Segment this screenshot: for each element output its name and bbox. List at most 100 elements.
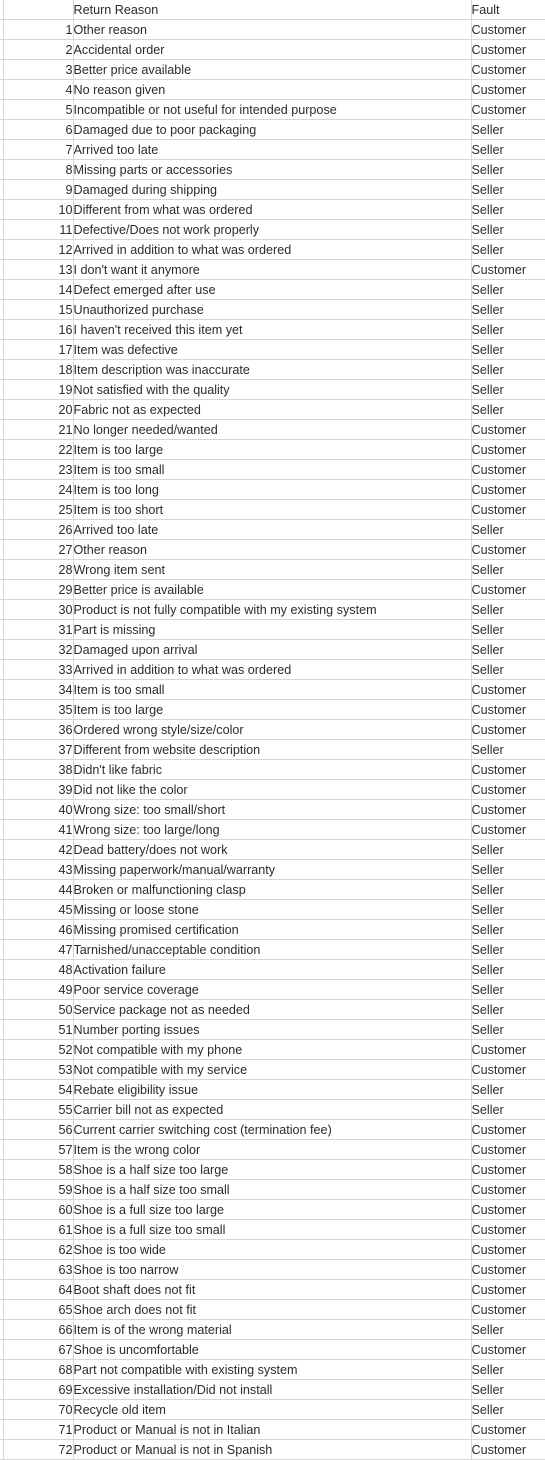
row-fault-cell[interactable]: Seller xyxy=(471,839,545,860)
table-row[interactable]: 42 Dead battery/does not work Seller xyxy=(0,839,545,860)
table-row[interactable]: 43 Missing paperwork/manual/warranty Selle… xyxy=(0,859,545,880)
row-fault-cell[interactable]: Seller xyxy=(471,899,545,920)
table-row[interactable]: 45 Missing or loose stone Seller xyxy=(0,899,545,920)
row-fault-cell[interactable]: Seller xyxy=(471,1099,545,1120)
table-row[interactable]: 60 Shoe is a full size too large Customer xyxy=(0,1199,545,1220)
row-return-reason-cell[interactable]: Missing promised certification xyxy=(73,919,472,940)
row-fault-cell[interactable]: Customer xyxy=(471,1039,545,1060)
table-row[interactable]: 11 Defective/Does not work properly Seller xyxy=(0,219,545,240)
table-row[interactable]: 47 Tarnished/unacceptable condition Seller xyxy=(0,939,545,960)
row-return-reason-cell[interactable]: Better price available xyxy=(73,59,472,80)
table-row[interactable]: 3 Better price available Customer xyxy=(0,59,545,80)
row-return-reason-cell[interactable]: Incompatible or not useful for intended … xyxy=(73,99,472,120)
table-row[interactable]: 21 No longer needed/wanted Customer xyxy=(0,419,545,440)
row-return-reason-cell[interactable]: Product is not fully compatible with my … xyxy=(73,599,472,620)
row-return-reason-cell[interactable]: No reason given xyxy=(73,79,472,100)
table-row[interactable]: 65 Shoe arch does not fit Customer xyxy=(0,1299,545,1320)
row-return-reason-cell[interactable]: Shoe is too narrow xyxy=(73,1259,472,1280)
row-fault-cell[interactable]: Seller xyxy=(471,1319,545,1340)
table-row[interactable]: 41 Wrong size: too large/long Customer xyxy=(0,819,545,840)
row-return-reason-cell[interactable]: Current carrier switching cost (terminat… xyxy=(73,1119,472,1140)
table-row[interactable]: 6 Damaged due to poor packaging Seller xyxy=(0,119,545,140)
row-fault-cell[interactable]: Customer xyxy=(471,1219,545,1240)
row-fault-cell[interactable]: Seller xyxy=(471,239,545,260)
row-return-reason-cell[interactable]: Part not compatible with existing system xyxy=(73,1359,472,1380)
row-fault-cell[interactable]: Customer xyxy=(471,1119,545,1140)
table-row[interactable]: 59 Shoe is a half size too small Customer xyxy=(0,1179,545,1200)
row-fault-cell[interactable]: Seller xyxy=(471,639,545,660)
table-row[interactable]: 16 I haven't received this item yet Seller xyxy=(0,319,545,340)
row-return-reason-cell[interactable]: Shoe is uncomfortable xyxy=(73,1339,472,1360)
row-return-reason-cell[interactable]: Missing or loose stone xyxy=(73,899,472,920)
row-fault-cell[interactable]: Customer xyxy=(471,99,545,120)
row-fault-cell[interactable]: Seller xyxy=(471,1379,545,1400)
table-row[interactable]: 4 No reason given Customer xyxy=(0,79,545,100)
table-row[interactable]: 30 Product is not fully compatible with m… xyxy=(0,599,545,620)
row-fault-cell[interactable]: Customer xyxy=(471,1419,545,1440)
row-fault-cell[interactable]: Customer xyxy=(471,1159,545,1180)
row-return-reason-cell[interactable]: Item was defective xyxy=(73,339,472,360)
row-return-reason-cell[interactable]: Tarnished/unacceptable condition xyxy=(73,939,472,960)
row-return-reason-cell[interactable]: Did not like the color xyxy=(73,779,472,800)
row-return-reason-cell[interactable]: Activation failure xyxy=(73,959,472,980)
row-return-reason-cell[interactable]: Unauthorized purchase xyxy=(73,299,472,320)
row-return-reason-cell[interactable]: Shoe is a full size too small xyxy=(73,1219,472,1240)
table-row[interactable]: 67 Shoe is uncomfortable Customer xyxy=(0,1339,545,1360)
row-return-reason-cell[interactable]: Part is missing xyxy=(73,619,472,640)
row-return-reason-cell[interactable]: Item is the wrong color xyxy=(73,1139,472,1160)
row-return-reason-cell[interactable]: Not compatible with my service xyxy=(73,1059,472,1080)
row-fault-cell[interactable]: Seller xyxy=(471,619,545,640)
row-fault-cell[interactable]: Customer xyxy=(471,1339,545,1360)
row-fault-cell[interactable]: Customer xyxy=(471,1239,545,1260)
row-fault-cell[interactable]: Seller xyxy=(471,179,545,200)
row-fault-cell[interactable]: Customer xyxy=(471,39,545,60)
table-row[interactable]: 2 Accidental order Customer xyxy=(0,39,545,60)
table-row[interactable]: 46 Missing promised certification Seller xyxy=(0,919,545,940)
row-fault-cell[interactable]: Customer xyxy=(471,439,545,460)
table-row[interactable]: 62 Shoe is too wide Customer xyxy=(0,1239,545,1260)
row-fault-cell[interactable]: Seller xyxy=(471,1079,545,1100)
row-return-reason-cell[interactable]: Arrived too late xyxy=(73,519,472,540)
row-return-reason-cell[interactable]: Not satisfied with the quality xyxy=(73,379,472,400)
row-fault-cell[interactable]: Customer xyxy=(471,459,545,480)
table-row[interactable]: 8 Missing parts or accessories Seller xyxy=(0,159,545,180)
table-row[interactable]: 28 Wrong item sent Seller xyxy=(0,559,545,580)
row-fault-cell[interactable]: Customer xyxy=(471,799,545,820)
table-row[interactable]: 38 Didn't like fabric Customer xyxy=(0,759,545,780)
row-fault-cell[interactable]: Customer xyxy=(471,1259,545,1280)
table-row[interactable]: 10 Different from what was ordered Seller xyxy=(0,199,545,220)
row-fault-cell[interactable]: Customer xyxy=(471,1179,545,1200)
row-fault-cell[interactable]: Customer xyxy=(471,1439,545,1460)
table-row[interactable]: 24 Item is too long Customer xyxy=(0,479,545,500)
table-row[interactable]: 25 Item is too short Customer xyxy=(0,499,545,520)
row-fault-cell[interactable]: Seller xyxy=(471,879,545,900)
table-row[interactable]: 13 I don't want it anymore Customer xyxy=(0,259,545,280)
row-return-reason-cell[interactable]: Wrong item sent xyxy=(73,559,472,580)
table-row[interactable]: 72 Product or Manual is not in Spanish Cus… xyxy=(0,1439,545,1460)
row-return-reason-cell[interactable]: Better price is available xyxy=(73,579,472,600)
row-return-reason-cell[interactable]: Item is too large xyxy=(73,699,472,720)
row-return-reason-cell[interactable]: Product or Manual is not in Italian xyxy=(73,1419,472,1440)
row-return-reason-cell[interactable]: Item description was inaccurate xyxy=(73,359,472,380)
table-row[interactable]: 32 Damaged upon arrival Seller xyxy=(0,639,545,660)
row-fault-cell[interactable]: Seller xyxy=(471,979,545,1000)
table-row[interactable]: 12 Arrived in addition to what was ordere… xyxy=(0,239,545,260)
table-row[interactable]: 50 Service package not as needed Seller xyxy=(0,999,545,1020)
row-fault-cell[interactable]: Seller xyxy=(471,1399,545,1420)
row-return-reason-cell[interactable]: Rebate eligibility issue xyxy=(73,1079,472,1100)
table-row[interactable]: 69 Excessive installation/Did not install… xyxy=(0,1379,545,1400)
row-return-reason-cell[interactable]: Excessive installation/Did not install xyxy=(73,1379,472,1400)
row-return-reason-cell[interactable]: Shoe is a half size too large xyxy=(73,1159,472,1180)
row-fault-cell[interactable]: Seller xyxy=(471,959,545,980)
row-fault-cell[interactable]: Customer xyxy=(471,1279,545,1300)
table-row[interactable]: 48 Activation failure Seller xyxy=(0,959,545,980)
row-return-reason-cell[interactable]: Shoe is a full size too large xyxy=(73,1199,472,1220)
row-fault-cell[interactable]: Seller xyxy=(471,159,545,180)
row-return-reason-cell[interactable]: Shoe arch does not fit xyxy=(73,1299,472,1320)
row-fault-cell[interactable]: Seller xyxy=(471,219,545,240)
row-return-reason-cell[interactable]: Different from what was ordered xyxy=(73,199,472,220)
table-row[interactable]: 31 Part is missing Seller xyxy=(0,619,545,640)
table-row[interactable]: 63 Shoe is too narrow Customer xyxy=(0,1259,545,1280)
table-row[interactable]: 54 Rebate eligibility issue Seller xyxy=(0,1079,545,1100)
row-return-reason-cell[interactable]: Arrived in addition to what was ordered xyxy=(73,239,472,260)
